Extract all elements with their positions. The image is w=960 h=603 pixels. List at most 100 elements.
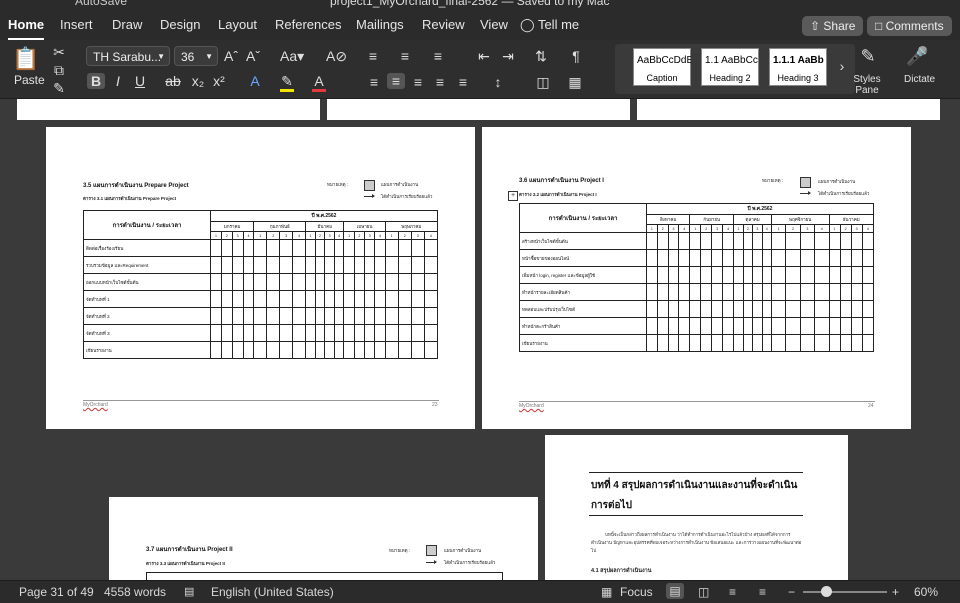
week-cell[interactable] [314,239,326,257]
week-cell[interactable] [700,300,713,318]
week-cell[interactable] [253,307,268,325]
week-cell[interactable] [646,249,658,267]
week-cell[interactable] [210,307,222,325]
week-cell[interactable] [646,283,658,301]
week-cell[interactable] [656,266,669,284]
week-cell[interactable] [770,232,787,250]
week-cell[interactable] [397,324,412,342]
week-cell[interactable] [231,239,244,257]
week-cell[interactable] [231,324,244,342]
week-cell[interactable] [761,266,773,284]
week-cell[interactable] [324,324,335,342]
style-caption[interactable]: AaBbCcDdEe Caption [633,48,691,86]
week-cell[interactable] [292,239,307,257]
week-cell[interactable] [678,266,691,284]
week-cell[interactable] [678,249,691,267]
week-cell[interactable] [374,273,386,291]
autosave-label[interactable]: AutoSave [75,0,127,8]
week-cell[interactable] [384,239,399,257]
week-cell[interactable] [220,239,233,257]
week-cell[interactable] [733,334,744,352]
week-cell[interactable] [279,341,294,359]
tab-layout[interactable]: Layout [218,17,257,32]
week-cell[interactable] [656,317,669,335]
week-cell[interactable] [364,324,376,342]
week-cell[interactable] [689,334,702,352]
week-cell[interactable] [752,283,763,301]
week-cell[interactable] [397,273,412,291]
week-cell[interactable] [364,239,376,257]
web-layout-icon[interactable]: ◫ [698,585,709,599]
week-cell[interactable] [667,317,680,335]
paste-icon[interactable]: 📋 [12,46,39,72]
week-cell[interactable] [814,283,830,301]
week-cell[interactable] [667,300,680,318]
week-cell[interactable] [353,307,366,325]
week-cell[interactable] [667,283,680,301]
week-cell[interactable] [220,341,233,359]
print-layout-icon[interactable]: ▤ [666,583,684,599]
tab-home[interactable]: Home [8,17,44,32]
week-cell[interactable] [861,317,875,335]
week-cell[interactable] [384,256,399,274]
zoom-level[interactable]: 60% [914,585,938,599]
week-cell[interactable] [814,266,830,284]
week-cell[interactable] [397,341,412,359]
week-cell[interactable] [814,249,830,267]
week-cell[interactable] [711,266,724,284]
week-cell[interactable] [423,273,439,291]
week-cell[interactable] [397,290,412,308]
week-cell[interactable] [761,334,773,352]
week-cell[interactable] [384,273,399,291]
week-cell[interactable] [314,290,326,308]
week-cell[interactable] [333,341,345,359]
zoom-out-icon[interactable]: − [788,585,795,599]
week-cell[interactable] [314,256,326,274]
week-cell[interactable] [324,239,335,257]
week-cell[interactable] [266,341,281,359]
dictate-label[interactable]: Dictate [904,74,935,85]
week-cell[interactable] [324,307,335,325]
week-cell[interactable] [839,232,852,250]
week-cell[interactable] [266,307,281,325]
week-cell[interactable] [861,283,875,301]
week-cell[interactable] [678,283,691,301]
week-cell[interactable] [667,249,680,267]
shrink-font-icon[interactable]: Aˇ [246,48,260,64]
font-color-icon[interactable]: A [312,73,326,92]
week-cell[interactable] [305,239,316,257]
week-cell[interactable] [374,341,386,359]
week-cell[interactable] [220,290,233,308]
week-cell[interactable] [742,249,754,267]
week-cell[interactable] [314,273,326,291]
week-cell[interactable] [656,283,669,301]
week-cell[interactable] [828,249,841,267]
week-cell[interactable] [839,249,852,267]
week-cell[interactable] [799,232,816,250]
week-cell[interactable] [292,273,307,291]
align-right-icon[interactable]: ≡ [410,74,426,90]
week-cell[interactable] [364,290,376,308]
font-name-select[interactable]: TH Sarabu... ▼ [86,46,170,66]
format-painter-icon[interactable]: ✎ [52,80,66,96]
week-cell[interactable] [711,300,724,318]
tab-review[interactable]: Review [422,17,465,32]
week-cell[interactable] [722,300,735,318]
week-cell[interactable] [667,266,680,284]
week-cell[interactable] [770,300,787,318]
week-cell[interactable] [689,283,702,301]
week-cell[interactable] [410,256,425,274]
week-cell[interactable] [292,307,307,325]
week-cell[interactable] [374,256,386,274]
styles-pane-icon[interactable]: ✎ [856,44,880,68]
bullets-icon[interactable]: ≡ [365,48,381,64]
week-cell[interactable] [742,283,754,301]
tab-mailings[interactable]: Mailings [356,17,404,32]
microphone-icon[interactable]: 🎤 [906,44,928,68]
week-cell[interactable] [700,317,713,335]
week-cell[interactable] [374,324,386,342]
week-cell[interactable] [384,341,399,359]
week-cell[interactable] [785,317,801,335]
week-cell[interactable] [242,256,255,274]
week-cell[interactable] [646,317,658,335]
